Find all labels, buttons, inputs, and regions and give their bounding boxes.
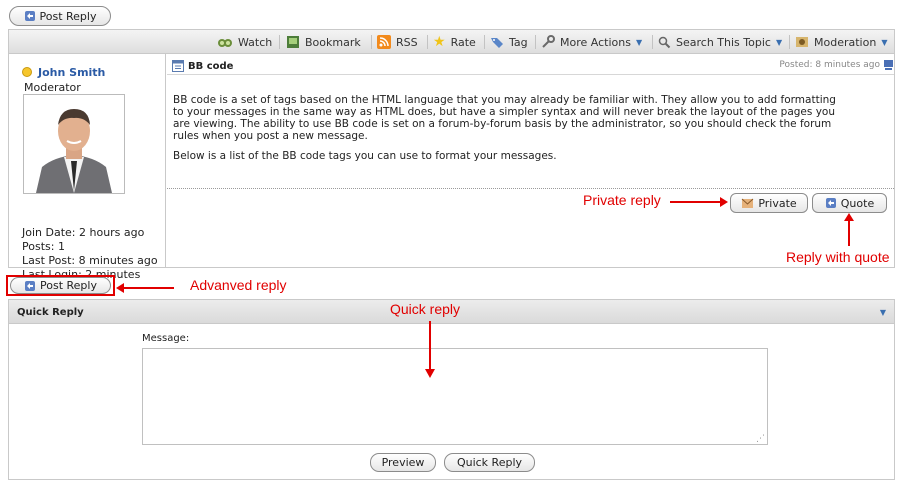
post-reply-button-top[interactable]: Post Reply [9,6,111,26]
rss-button[interactable]: RSS [377,34,418,50]
wrench-icon [542,35,555,48]
join-date: Join Date: 2 hours ago [22,226,145,239]
user-title: Moderator [24,81,81,94]
resize-grip-icon[interactable]: ⋰ [756,434,765,444]
annotation-arrow-right [670,197,728,207]
online-status-icon [22,67,32,77]
post-message-line: rules when you post a new message. [173,130,368,142]
username-link[interactable]: John Smith [38,66,105,79]
message-textarea[interactable]: ⋰ [142,348,768,445]
moderation-label: Moderation [814,35,877,49]
bookmark-icon [287,36,299,48]
post-message-line: Below is a list of the BB code tags you … [173,150,557,162]
tag-button[interactable]: Tag [490,34,528,50]
post-reply-label: Post Reply [39,9,97,23]
post-toolbar: Watch Bookmark RSS ★ Rate Tag More Actio… [9,30,894,54]
watch-button[interactable]: Watch [217,34,272,50]
private-reply-button[interactable]: Private [730,193,808,213]
collapse-icon[interactable]: ▼ [880,308,886,317]
bookmark-label: Bookmark [305,35,361,49]
annotation-arrow-down [425,321,435,378]
reply-icon [24,11,35,21]
search-topic-dropdown[interactable]: Search This Topic ▼ [658,34,782,50]
quote-icon [825,198,836,208]
quote-button[interactable]: Quote [812,193,887,213]
avatar [23,94,125,194]
post-message-line: to your messages in the same way as HTML… [173,106,835,118]
quick-reply-title: Quick Reply [17,307,84,318]
annotation-reply-with-quote: Reply with quote [786,249,890,265]
private-message-icon [741,198,754,208]
preview-button[interactable]: Preview [370,453,436,472]
search-topic-label: Search This Topic [676,35,771,49]
quick-reply-label: Quick Reply [456,456,523,469]
post-message-line: are viewing. The ability to use BB code … [173,118,832,130]
star-icon: ★ [433,34,446,50]
bookmark-button[interactable]: Bookmark [286,34,361,50]
rate-label: Rate [450,35,476,49]
annotation-private-reply: Private reply [583,192,661,208]
post-content-pane: BB code Posted: 8 minutes ago BB code is… [167,54,894,268]
annotation-arrow-up [844,213,854,246]
user-info-pane: John Smith Moderator Join Date: 2 hours … [9,54,166,295]
moderation-icon [796,37,808,47]
watch-label: Watch [238,35,273,49]
post-message-body: BB code is a set of tags based on the HT… [173,94,883,142]
document-icon [172,60,184,72]
post-reply-button-advanced[interactable]: Post Reply [10,277,111,294]
quick-reply-panel: Quick Reply ▼ Message: ⋰ Preview Quick R… [8,299,895,480]
moderation-dropdown[interactable]: Moderation ▼ [795,34,887,50]
private-label: Private [758,196,797,210]
tag-icon [491,38,503,48]
chevron-down-icon: ▼ [775,37,783,47]
post-reply-label: Post Reply [40,279,97,292]
preview-label: Preview [381,456,425,469]
annotation-advanced-reply: Advanved reply [190,277,287,293]
tag-label: Tag [509,35,528,49]
post-message-line: BB code is a set of tags based on the HT… [173,94,836,106]
post-count: Posts: 1 [22,240,65,253]
chevron-down-icon: ▼ [881,37,888,47]
message-label: Message: [142,333,190,344]
reply-icon [25,280,35,291]
post-title: BB code [188,61,234,72]
annotation-quick-reply: Quick reply [390,301,461,317]
post-title-row: BB code Posted: 8 minutes ago [167,54,894,75]
post-container: Watch Bookmark RSS ★ Rate Tag More Actio… [8,29,895,295]
watch-icon [218,39,232,47]
rss-label: RSS [396,35,418,49]
search-icon [658,36,671,48]
avatar-photo [24,95,124,193]
quick-reply-submit-button[interactable]: Quick Reply [444,453,535,472]
post-link-icon[interactable] [883,59,894,71]
chevron-down-icon: ▼ [635,37,643,47]
rss-icon [377,35,391,49]
posted-date: Posted: 8 minutes ago [779,60,880,70]
quote-label: Quote [840,196,875,210]
rate-button[interactable]: ★ Rate [433,34,476,50]
annotation-arrow-left [116,283,174,293]
more-actions-dropdown[interactable]: More Actions ▼ [541,34,642,50]
more-actions-label: More Actions [560,35,631,49]
last-post: Last Post: 8 minutes ago [22,254,158,267]
post-divider [167,188,894,189]
